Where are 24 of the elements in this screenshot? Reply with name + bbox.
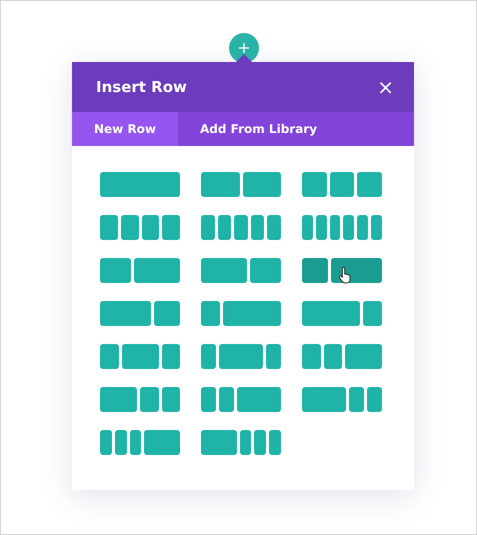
- row-layout-option[interactable]: [201, 344, 281, 369]
- row-layout-option[interactable]: [201, 301, 281, 326]
- row-layout-option[interactable]: [100, 258, 180, 283]
- row-layout-option[interactable]: [201, 172, 281, 197]
- row-layout-option[interactable]: [201, 430, 281, 455]
- row-layout-option[interactable]: [100, 215, 180, 240]
- row-layout-option[interactable]: [302, 258, 382, 283]
- row-layout-option[interactable]: [302, 301, 382, 326]
- row-layout-option[interactable]: [201, 215, 281, 240]
- row-layout-option[interactable]: [302, 172, 382, 197]
- tab[interactable]: Add From Library: [178, 112, 340, 146]
- tab[interactable]: New Row: [72, 112, 178, 146]
- row-layout-option[interactable]: [302, 344, 382, 369]
- row-layout-option[interactable]: [201, 387, 281, 412]
- close-button[interactable]: ×: [377, 77, 394, 97]
- row-layout-option[interactable]: [100, 344, 180, 369]
- row-layout-option[interactable]: [100, 301, 180, 326]
- dialog-title: Insert Row: [96, 78, 187, 96]
- hand-cursor-icon: [338, 266, 352, 284]
- row-layout-option[interactable]: [302, 387, 382, 412]
- row-layout-option[interactable]: [201, 258, 281, 283]
- row-layout-option[interactable]: [302, 215, 382, 240]
- row-layout-option[interactable]: [100, 430, 180, 455]
- row-layout-option[interactable]: [100, 387, 180, 412]
